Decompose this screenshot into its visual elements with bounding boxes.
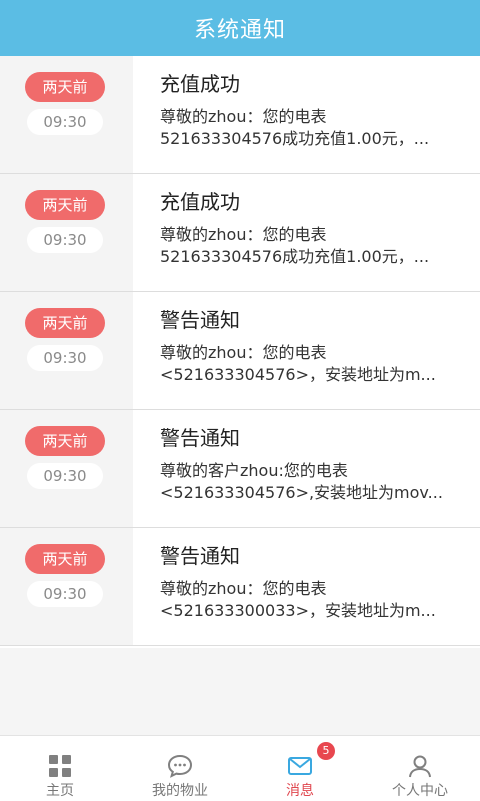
notification-title: 充值成功	[160, 72, 240, 96]
notification-body: 尊敬的zhou：您的电表 <521633300033>，安装地址为m...	[160, 578, 458, 622]
time-label: 09:30	[27, 581, 103, 607]
tab-messages-label: 消息	[286, 783, 314, 799]
chat-bubble-icon	[167, 754, 193, 778]
day-badge: 两天前	[25, 190, 105, 220]
timestamp-column: 两天前 09:30	[0, 174, 133, 291]
notification-content: 充值成功 尊敬的zhou：您的电表 521633304576成功充值1.00元，…	[133, 56, 480, 173]
person-icon	[409, 755, 431, 778]
day-badge: 两天前	[25, 544, 105, 574]
notification-content: 警告通知 尊敬的客户zhou:您的电表 <521633304576>,安装地址为…	[133, 410, 480, 527]
notification-item[interactable]: 两天前 09:30 警告通知 尊敬的客户zhou:您的电表 <521633304…	[0, 410, 480, 528]
notification-item[interactable]: 两天前 09:30 充值成功 尊敬的zhou：您的电表 521633304576…	[0, 174, 480, 292]
timestamp-column: 两天前 09:30	[0, 528, 133, 645]
day-badge: 两天前	[25, 426, 105, 456]
notification-title: 警告通知	[160, 426, 240, 450]
grid-icon	[49, 755, 71, 777]
notification-body: 尊敬的zhou：您的电表 521633304576成功充值1.00元，...	[160, 224, 458, 268]
notification-list: 两天前 09:30 充值成功 尊敬的zhou：您的电表 521633304576…	[0, 56, 480, 648]
notification-title: 警告通知	[160, 308, 240, 332]
notification-body-line-1: 尊敬的zhou：您的电表	[160, 225, 327, 244]
notification-content: 警告通知 尊敬的zhou：您的电表 <521633300033>，安装地址为m.…	[133, 528, 480, 645]
tab-my-property-label: 我的物业	[152, 783, 208, 799]
notification-item[interactable]: 两天前 09:30 警告通知 尊敬的zhou：您的电表 <52163330457…	[0, 292, 480, 410]
time-label: 09:30	[27, 463, 103, 489]
tab-profile[interactable]: 个人中心	[360, 736, 480, 801]
notification-body: 尊敬的客户zhou:您的电表 <521633304576>,安装地址为mov..…	[160, 460, 458, 504]
tab-profile-label: 个人中心	[392, 783, 448, 799]
timestamp-column: 两天前 09:30	[0, 56, 133, 173]
notification-body-line-1: 尊敬的客户zhou:您的电表	[160, 461, 348, 480]
notification-body-line-2: <521633304576>,安装地址为mov...	[160, 483, 443, 502]
day-badge: 两天前	[25, 308, 105, 338]
time-label: 09:30	[27, 109, 103, 135]
notification-body-line-2: 521633304576成功充值1.00元，...	[160, 129, 430, 148]
time-label: 09:30	[27, 227, 103, 253]
notification-body: 尊敬的zhou：您的电表 521633304576成功充值1.00元，...	[160, 106, 458, 150]
notification-body-line-1: 尊敬的zhou：您的电表	[160, 107, 327, 126]
tab-home[interactable]: 主页	[0, 736, 120, 801]
time-label: 09:30	[27, 345, 103, 371]
tab-my-property[interactable]: 我的物业	[120, 736, 240, 801]
page-title: 系统通知	[193, 18, 286, 43]
messages-count-badge: 5	[317, 742, 335, 760]
timestamp-column: 两天前 09:30	[0, 410, 133, 527]
notification-title: 充值成功	[160, 190, 240, 214]
notification-item[interactable]: 两天前 09:30 充值成功 尊敬的zhou：您的电表 521633304576…	[0, 56, 480, 174]
timestamp-column: 两天前 09:30	[0, 292, 133, 409]
notification-body: 尊敬的zhou：您的电表 <521633304576>，安装地址为m...	[160, 342, 458, 386]
notification-content: 警告通知 尊敬的zhou：您的电表 <521633304576>，安装地址为m.…	[133, 292, 480, 409]
header-bar: 系统通知	[0, 0, 480, 56]
notification-body-line-2: <521633300033>，安装地址为m...	[160, 601, 436, 620]
tab-home-label: 主页	[46, 783, 74, 799]
notification-body-line-1: 尊敬的zhou：您的电表	[160, 343, 327, 362]
bottom-tab-bar: 主页 我的物业 5 消息 个人中心	[0, 735, 480, 801]
day-badge: 两天前	[25, 72, 105, 102]
envelope-icon	[288, 757, 312, 775]
notification-body-line-1: 尊敬的zhou：您的电表	[160, 579, 327, 598]
notification-title: 警告通知	[160, 544, 240, 568]
notification-item[interactable]: 两天前 09:30 警告通知 尊敬的zhou：您的电表 <52163330003…	[0, 528, 480, 646]
tab-messages[interactable]: 5 消息	[240, 736, 360, 801]
notification-body-line-2: 521633304576成功充值1.00元，...	[160, 247, 430, 266]
notification-body-line-2: <521633304576>，安装地址为m...	[160, 365, 436, 384]
notification-content: 充值成功 尊敬的zhou：您的电表 521633304576成功充值1.00元，…	[133, 174, 480, 291]
